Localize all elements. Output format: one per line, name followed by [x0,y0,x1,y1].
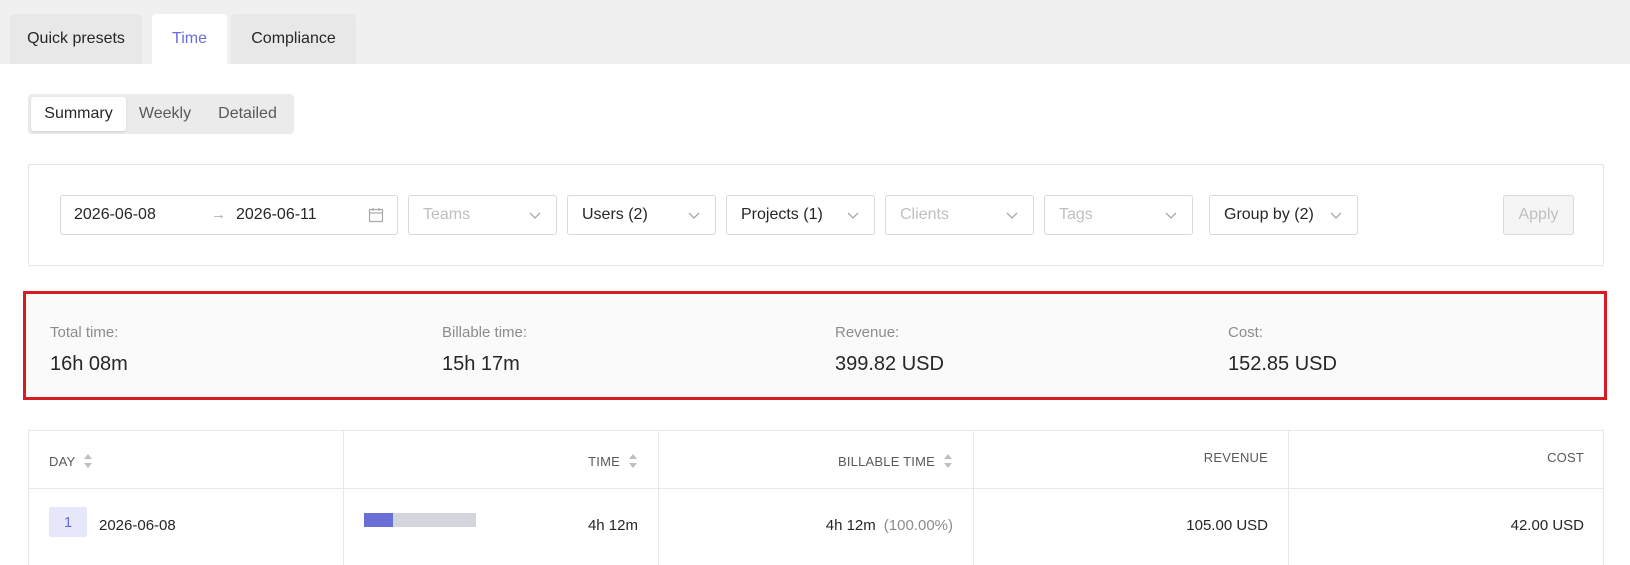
calendar-icon [368,208,384,223]
billable-time-text: 4h 12m [825,517,876,534]
header-billable-time-label: BILLABLE TIME [837,453,935,469]
tags-placeholder: Tags [1059,206,1093,223]
row-billable-time: 4h 12m (100.00%) [826,517,953,534]
tab-time[interactable]: Time [152,14,227,64]
time-share-fill [364,513,394,527]
row-index-badge: 1 [49,507,87,537]
header-billable-time[interactable]: BILLABLE TIME [838,453,953,469]
apply-button[interactable]: Apply [1503,195,1574,235]
users-select[interactable]: Users (2) [567,195,716,235]
header-revenue: REVENUE [1204,450,1268,465]
billable-time-value: 15h 17m [442,353,520,375]
mode-summary[interactable]: Summary [31,97,126,131]
row-day: 2026-06-08 [99,517,176,534]
row-revenue: 105.00 USD [1186,517,1268,534]
revenue-value: 399.82 USD [835,353,944,375]
header-day[interactable]: DAY [49,453,93,469]
stat-billable-time: Billable time: 15h 17m [442,324,527,376]
top-tab-bar: Quick presets Time Compliance [0,0,1630,64]
header-cost-label: COST [1547,450,1584,465]
stat-cost: Cost: 152.85 USD [1228,324,1337,376]
summary-totals: Total time: 16h 08m Billable time: 15h 1… [23,291,1607,400]
tab-compliance[interactable]: Compliance [231,14,356,64]
chevron-down-icon [1330,212,1342,219]
column-billable-time: BILLABLE TIME 4h 12m (100.00%) [659,431,974,565]
mode-detailed[interactable]: Detailed [204,97,291,131]
header-cost: COST [1547,450,1584,465]
cost-value: 152.85 USD [1228,353,1337,375]
chevron-down-icon [1165,212,1177,219]
chevron-down-icon [529,212,541,219]
row-time: 4h 12m [587,517,638,534]
sort-icon [944,454,952,468]
chevron-down-icon [1006,212,1018,219]
sort-icon [84,454,93,468]
total-time-label: Total time: [50,324,119,341]
billable-time-label: Billable time: [442,324,528,341]
stat-total-time: Total time: 16h 08m [50,324,128,376]
header-time-label: TIME [588,453,620,469]
column-day: DAY 1 2026-06-08 [29,431,344,565]
chevron-down-icon [688,212,700,219]
column-cost: COST 42.00 USD [1289,431,1604,565]
time-share-bar [364,513,476,527]
total-time-value: 16h 08m [50,353,128,375]
clients-select[interactable]: Clients [885,195,1034,235]
column-revenue: REVENUE 105.00 USD [974,431,1289,565]
cost-label: Cost: [1228,324,1264,341]
column-time: TIME 4h 12m [344,431,659,565]
teams-select[interactable]: Teams [408,195,557,235]
group-by-select[interactable]: Group by (2) [1209,195,1358,235]
billable-percent: (100.00%) [883,517,953,534]
mode-weekly[interactable]: Weekly [126,97,204,131]
projects-select[interactable]: Projects (1) [726,195,875,235]
header-time[interactable]: TIME [588,453,638,469]
sort-icon [629,454,637,468]
date-end[interactable]: 2026-06-11 [236,196,317,234]
clients-placeholder: Clients [900,206,949,223]
teams-placeholder: Teams [423,206,471,223]
chevron-down-icon [847,212,859,219]
tags-select[interactable]: Tags [1044,195,1193,235]
stat-revenue: Revenue: 399.82 USD [835,324,944,376]
date-start[interactable]: 2026-06-08 [74,196,156,234]
header-day-label: DAY [49,453,76,469]
projects-value: Projects (1) [741,206,823,223]
date-range-picker[interactable]: 2026-06-08 → 2026-06-11 [60,195,398,235]
revenue-label: Revenue: [835,324,900,341]
tab-quick-presets[interactable]: Quick presets [10,14,142,64]
report-table: DAY 1 2026-06-08 TIME 4h 12m BILLABLE TI… [28,430,1604,565]
filter-bar: 2026-06-08 → 2026-06-11 Teams Users (2) … [28,164,1604,266]
row-cost: 42.00 USD [1510,517,1584,534]
header-revenue-label: REVENUE [1203,450,1268,465]
users-value: Users (2) [582,206,648,223]
group-by-value: Group by (2) [1224,206,1314,223]
report-mode-switch: Summary Weekly Detailed [28,94,294,134]
date-separator-icon: → [211,206,226,223]
